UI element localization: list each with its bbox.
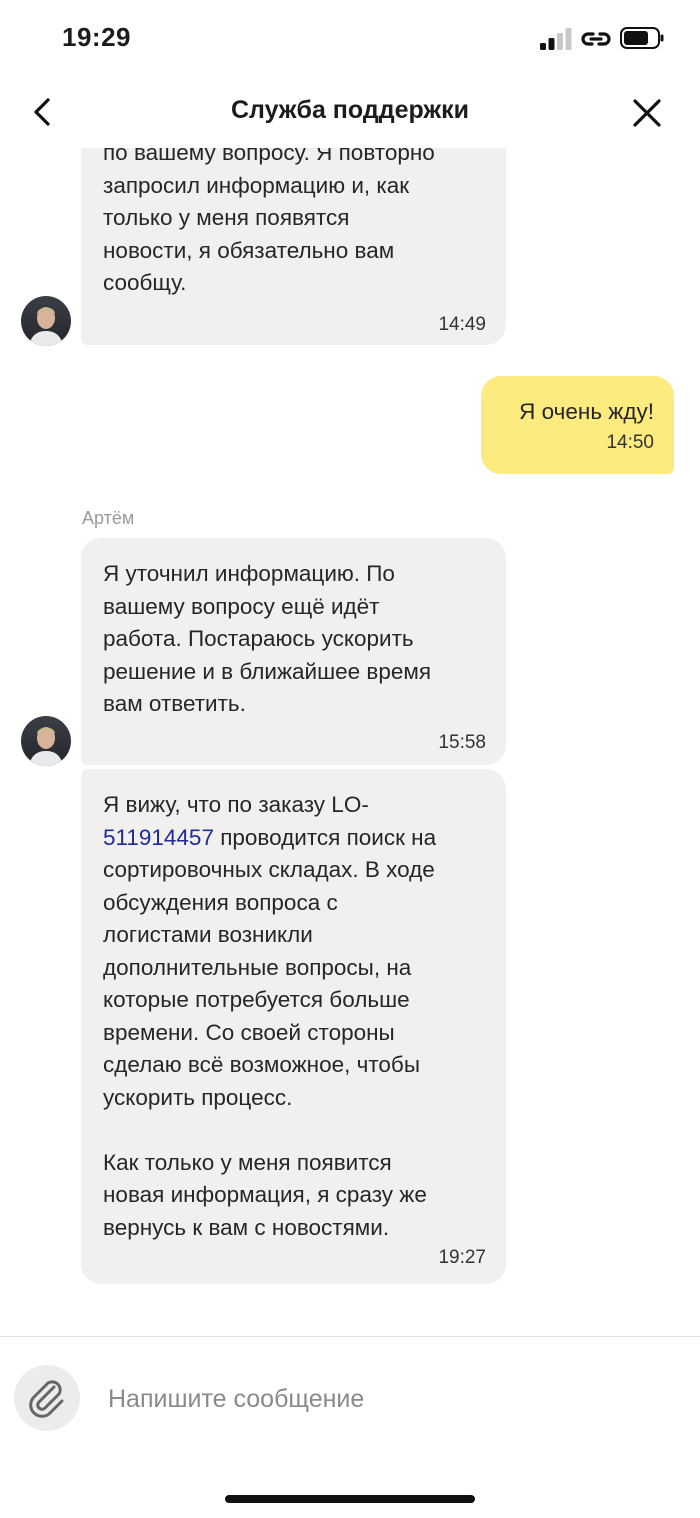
message-input[interactable] [108, 1381, 668, 1417]
message-text: Я очень жду! [519, 399, 654, 424]
message-time: 15:58 [438, 731, 486, 753]
cellular-signal-icon [540, 28, 572, 50]
home-indicator [225, 1495, 475, 1503]
paperclip-icon [29, 1380, 64, 1418]
attach-button[interactable] [14, 1365, 80, 1431]
message-text-part: проводится поиск на сортировочных склада… [103, 824, 437, 1240]
message-text: по вашему вопросу. Я повторно запросил и… [103, 148, 435, 295]
link-icon [581, 32, 611, 46]
chat-header: Служба поддержки [0, 80, 700, 148]
message-bubble-outgoing: Я очень жду! 14:50 [481, 376, 674, 474]
page-title: Служба поддержки [230, 96, 470, 124]
message-time: 19:27 [438, 1247, 486, 1268]
message-bubble-incoming: Я уточнил информацию. По вашему вопросу … [81, 538, 506, 765]
message-text-part: Я вижу, что по заказу LO- [103, 792, 369, 817]
status-time: 19:29 [62, 22, 131, 52]
message-bubble-incoming: Я вижу, что по заказу LO- 511914457 пров… [81, 769, 506, 1284]
chat-messages[interactable]: по вашему вопросу. Я повторно запросил и… [0, 148, 700, 1336]
close-icon[interactable] [628, 94, 666, 132]
message-bubble-incoming: по вашему вопросу. Я повторно запросил и… [81, 148, 506, 345]
avatar [21, 296, 71, 346]
message-text: Я уточнил информацию. По вашему вопросу … [103, 561, 432, 716]
message-time: 14:49 [438, 313, 486, 335]
avatar [21, 716, 71, 766]
message-composer [0, 1336, 700, 1518]
status-bar: 19:29 [0, 0, 700, 80]
message-text: Я вижу, что по заказу LO- 511914457 пров… [103, 789, 486, 1244]
sender-name: Артём [82, 508, 135, 528]
order-number-link[interactable]: 511914457 [103, 825, 214, 850]
message-time: 14:50 [606, 431, 654, 453]
battery-icon [620, 27, 664, 49]
